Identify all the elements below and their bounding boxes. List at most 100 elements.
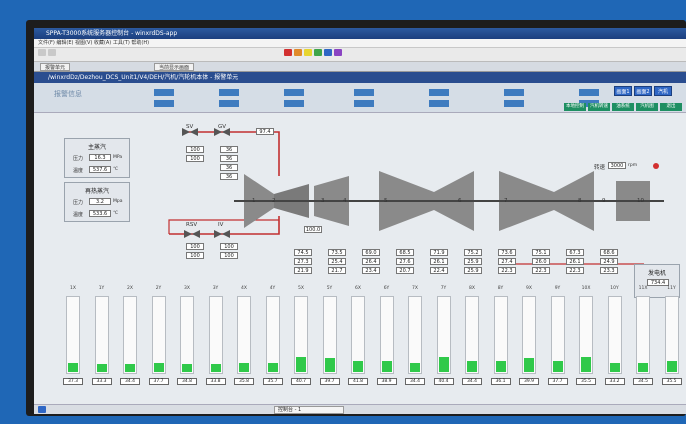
- gauge-value: 37.7: [547, 378, 568, 385]
- bearing-reading: 23.4: [362, 267, 380, 274]
- stage-label: 9: [602, 198, 606, 204]
- status-header: 报警信息 画面1 画面2 汽机 本地控制 汽机转速 油系统 汽机图 退出: [34, 83, 686, 113]
- turbine-speed-button[interactable]: 汽机转速: [588, 103, 610, 111]
- exit-button[interactable]: 退出: [660, 103, 682, 111]
- rsv-valve-icon: [184, 230, 200, 238]
- alarm-color-icon[interactable]: [324, 49, 332, 56]
- turbine-button[interactable]: 汽机: [654, 86, 672, 96]
- vibration-gauge: [522, 296, 536, 374]
- gauge-value: 35.5: [576, 378, 596, 385]
- vibration-gauge: [607, 296, 622, 374]
- gauge-fill: [296, 357, 306, 372]
- tab-alarm-unit[interactable]: 报警单元: [40, 63, 71, 71]
- alarm-color-icon[interactable]: [314, 49, 322, 56]
- gauge-value: 35.5: [661, 378, 682, 385]
- taskbar-window-button[interactable]: 控制台 - 1: [274, 406, 344, 414]
- gauge-value: 34.8: [177, 378, 197, 385]
- vibration-gauge: [579, 296, 593, 374]
- gauge-value: 39.7: [319, 378, 340, 385]
- sv-value: 100: [186, 146, 204, 153]
- alarm-color-icon[interactable]: [294, 49, 302, 56]
- gauge-label: 11X: [638, 286, 648, 291]
- header-value: [354, 89, 374, 96]
- gauge-value: 35.7: [262, 378, 283, 385]
- local-control-button[interactable]: 本地控制: [564, 103, 586, 111]
- gauge-value: 37.7: [148, 378, 169, 385]
- bearing-reading: 25.9: [464, 267, 482, 274]
- menu-bar[interactable]: 文件(F) 编辑(E) 视图(V) 收藏(A) 工具(T) 帮助(H): [34, 39, 686, 48]
- screen-1-button[interactable]: 画面1: [614, 86, 632, 96]
- iv-label: IV: [218, 222, 224, 228]
- gauge-fill: [96, 364, 107, 372]
- vibration-gauge: [208, 296, 223, 374]
- oil-system-button[interactable]: 油系统: [612, 103, 634, 111]
- gauge-value: 34.4: [462, 378, 482, 385]
- generator-value: 734.4: [647, 279, 669, 286]
- rsv-value: 100: [186, 243, 204, 250]
- gauge-label: 8X: [469, 286, 475, 291]
- start-icon[interactable]: [38, 406, 46, 413]
- stage-label: 10: [637, 198, 644, 204]
- gauge-value: 34.4: [405, 378, 425, 385]
- vibration-gauge: [180, 296, 194, 374]
- section-title: 报警信息: [54, 90, 82, 98]
- toolbar-icon[interactable]: [38, 49, 46, 56]
- bearing-reading: 25.4: [328, 258, 346, 265]
- gauge-label: 2Y: [155, 286, 162, 291]
- stage-label: 7: [504, 198, 508, 204]
- bearing-reading: 21.9: [294, 267, 312, 274]
- bearing-reading: 22.3: [498, 267, 516, 274]
- alarm-color-icon[interactable]: [284, 49, 292, 56]
- vibration-gauge: [493, 296, 508, 374]
- vibration-gauge: [265, 296, 280, 374]
- bearing-reading: 27.6: [396, 258, 414, 265]
- bearing-reading: 26.4: [362, 258, 380, 265]
- tab-current-display[interactable]: 当前显示画面: [154, 63, 195, 71]
- bearing-reading: 21.7: [328, 267, 346, 274]
- vibration-gauge: [436, 296, 451, 374]
- stage-label: 4: [343, 198, 347, 204]
- bearing-reading: 22.3: [566, 267, 584, 274]
- gv-label: GV: [218, 124, 227, 130]
- bearing-reading: 75.2: [464, 249, 482, 256]
- vibration-gauge: [237, 296, 251, 374]
- path-bar: /winxrdDz/Dezhou_DCS_Unit1/V4/DEH/汽机/汽轮机…: [34, 72, 686, 83]
- gauge-value: 37.3: [63, 378, 83, 385]
- gauge-fill: [267, 363, 278, 372]
- vibration-gauge: [322, 296, 337, 374]
- alarm-color-icon[interactable]: [334, 49, 342, 56]
- gauge-fill: [638, 363, 648, 372]
- bearing-reading: 73.6: [498, 249, 516, 256]
- turbine-diagram: [168, 128, 664, 265]
- gauge-label: 4X: [241, 286, 247, 291]
- gauge-value: 33.8: [205, 378, 226, 385]
- gauge-label: 7Y: [440, 286, 447, 291]
- header-value: [219, 89, 239, 96]
- stage-label: 6: [458, 198, 462, 204]
- gauge-fill: [524, 358, 534, 372]
- gauge-value: 40.4: [433, 378, 454, 385]
- bearing-reading: 68.6: [600, 249, 618, 256]
- gauge-fill: [381, 361, 392, 372]
- gauge-fill: [125, 364, 135, 372]
- bearing-reading: 27.3: [294, 258, 312, 265]
- gauge-fill: [495, 361, 506, 372]
- gauge-fill: [210, 364, 221, 372]
- screen-2-button[interactable]: 画面2: [634, 86, 652, 96]
- gauge-label: 6X: [355, 286, 361, 291]
- gauge-label: 9Y: [554, 286, 561, 291]
- bearing-reading: 22.4: [430, 267, 448, 274]
- bearing-reading: 26.1: [566, 258, 584, 265]
- toolbar-icon[interactable]: [48, 49, 56, 56]
- gauge-fill: [581, 357, 591, 372]
- gauge-value: 39.9: [519, 378, 539, 385]
- stage-label: 5: [384, 198, 388, 204]
- turbine-diagram-button[interactable]: 汽机图: [636, 103, 658, 111]
- vibration-gauge: [151, 296, 166, 374]
- vibration-gauge: [123, 296, 137, 374]
- bearing-reading: 68.5: [396, 249, 414, 256]
- gauge-label: 1Y: [98, 286, 105, 291]
- alarm-color-icon[interactable]: [304, 49, 312, 56]
- hmi-screen: SPPA-T3000系统服务器控制台 - winxrdDS-app 文件(F) …: [34, 28, 686, 414]
- gauge-label: 2X: [127, 286, 133, 291]
